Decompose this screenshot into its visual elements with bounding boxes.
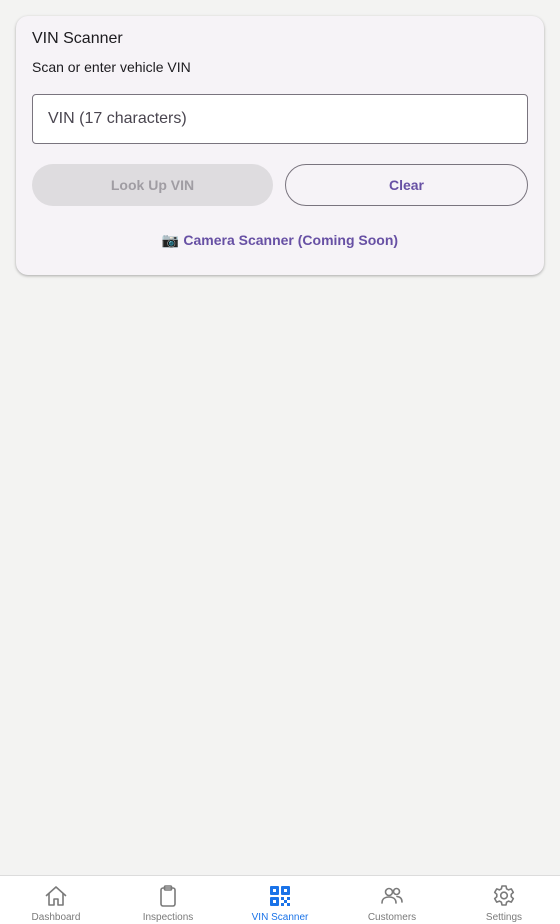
camera-scanner-label: Camera Scanner (Coming Soon) <box>183 232 399 248</box>
home-icon <box>45 886 67 906</box>
nav-item-customers[interactable]: Customers <box>336 876 448 924</box>
nav-item-settings[interactable]: Settings <box>448 876 560 924</box>
clipboard-icon <box>160 885 176 907</box>
vin-scanner-card: VIN Scanner Scan or enter vehicle VIN Lo… <box>16 16 544 275</box>
app-screen: VIN Scanner Scan or enter vehicle VIN Lo… <box>0 0 560 924</box>
clear-button[interactable]: Clear <box>285 164 528 206</box>
nav-item-vin-scanner[interactable]: VIN Scanner <box>224 876 336 924</box>
nav-label-dashboard: Dashboard <box>31 912 81 923</box>
people-icon <box>381 887 403 904</box>
nav-item-dashboard[interactable]: Dashboard <box>0 876 112 924</box>
qr-code-icon <box>270 886 290 906</box>
vin-input[interactable] <box>32 94 528 144</box>
camera-icon: 📷 <box>161 232 180 248</box>
bottom-navigation: Dashboard Inspections VIN Scanner Custom… <box>0 875 560 924</box>
camera-scanner-link[interactable]: 📷 Camera Scanner (Coming Soon) <box>16 232 544 249</box>
nav-label-inspections: Inspections <box>142 912 194 923</box>
card-subtitle: Scan or enter vehicle VIN <box>32 59 191 75</box>
nav-label-settings: Settings <box>485 912 523 923</box>
gear-icon <box>493 885 515 906</box>
card-title: VIN Scanner <box>32 30 123 47</box>
nav-label-customers: Customers <box>367 912 417 923</box>
nav-label-vin-scanner: VIN Scanner <box>251 912 309 923</box>
look-up-vin-button[interactable]: Look Up VIN <box>32 164 273 206</box>
nav-item-inspections[interactable]: Inspections <box>112 876 224 924</box>
